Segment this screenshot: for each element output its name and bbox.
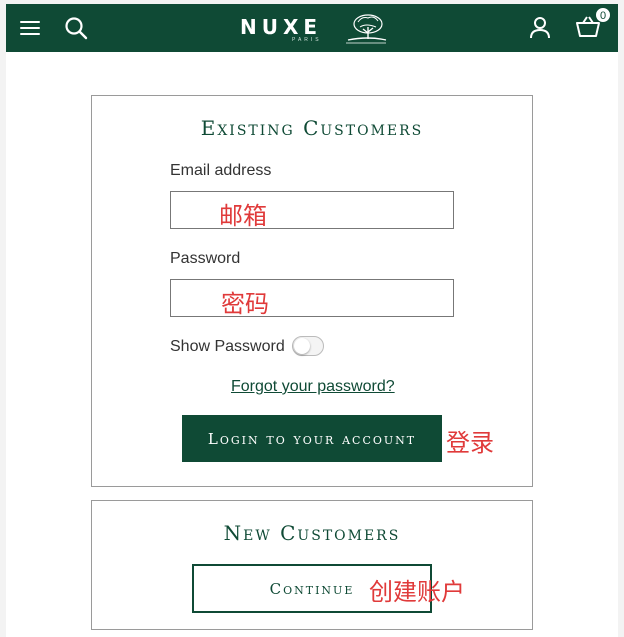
show-password-label: Show Password [170,338,285,355]
logo-tree-icon [346,14,387,44]
email-label: Email address [170,162,272,179]
login-annotation: 登录 [446,429,494,457]
existing-customers-title: Existing Customers [200,116,424,140]
account-icon[interactable] [529,15,551,39]
brand-subtitle: PARIS [292,37,322,43]
basket-count-badge: 0 [595,7,611,23]
email-field[interactable] [170,191,454,229]
password-label: Password [170,250,241,267]
new-customers-title: New Customers [223,521,401,545]
forgot-password-link[interactable]: Forgot your password? [231,378,395,396]
password-field[interactable] [170,279,454,317]
brand-name: NUXE [240,15,323,39]
email-annotation: 邮箱 [219,202,267,230]
new-customers-panel: New Customers Continue 创建账户 [91,500,533,630]
site-header: NUXE PARIS [6,4,618,52]
login-button[interactable]: Login to your account [182,415,442,462]
toggle-knob [294,338,310,354]
brand-logo[interactable]: NUXE PARIS [240,13,387,47]
show-password-toggle[interactable] [292,336,324,356]
continue-annotation: 创建账户 [369,578,465,606]
password-annotation: 密码 [221,290,269,318]
search-icon[interactable] [64,16,90,42]
existing-customers-panel: Existing Customers Email address 邮箱 Pass… [91,95,533,487]
menu-icon[interactable] [20,20,40,36]
